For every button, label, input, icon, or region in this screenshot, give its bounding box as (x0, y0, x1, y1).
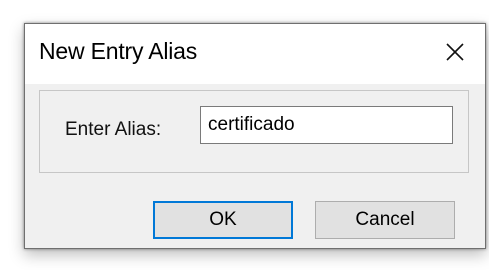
alias-group-box: Enter Alias: (39, 90, 469, 173)
alias-label: Enter Alias: (65, 119, 162, 140)
cancel-button[interactable]: Cancel (315, 201, 455, 239)
dialog-title: New Entry Alias (39, 38, 198, 64)
alias-input[interactable] (200, 106, 453, 144)
close-icon (446, 43, 464, 61)
ok-button[interactable]: OK (153, 201, 293, 239)
close-button[interactable] (433, 32, 477, 72)
screen: New Entry Alias Enter Alias: OK Cancel (0, 0, 489, 270)
title-bar: New Entry Alias (25, 24, 485, 84)
new-entry-alias-dialog: New Entry Alias Enter Alias: OK Cancel (24, 23, 486, 249)
